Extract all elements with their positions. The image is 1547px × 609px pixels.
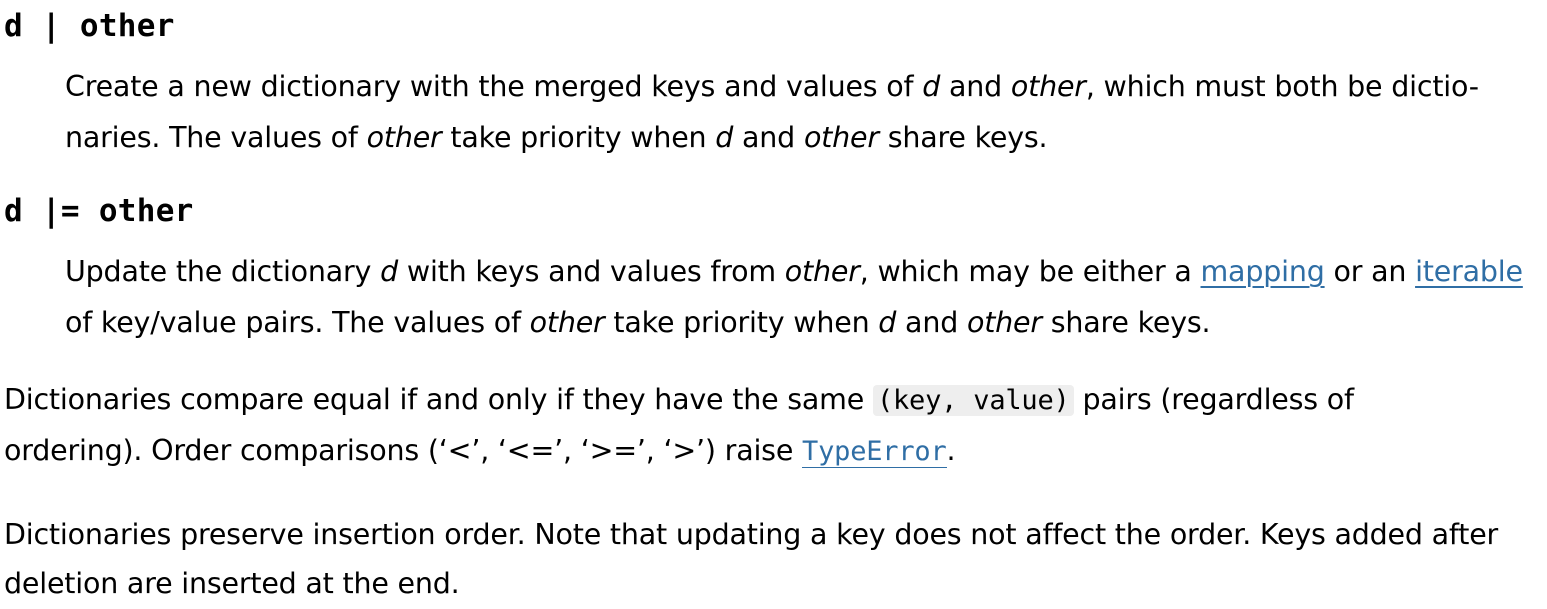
method-signature-merge: d | other: [4, 8, 175, 44]
key-value-code: (key, value): [872, 385, 1074, 416]
param-d: d: [380, 255, 398, 288]
typeerror-link[interactable]: TypeError: [802, 436, 947, 468]
param-d: d: [878, 306, 897, 339]
param-d: d: [715, 121, 734, 154]
param-other: other: [784, 255, 860, 288]
param-other: other: [803, 121, 879, 154]
param-d: d: [922, 70, 941, 103]
param-other: other: [1010, 70, 1086, 103]
update-description-line-2: of key/value pairs. The values of other …: [65, 306, 1211, 339]
param-other: other: [529, 306, 605, 339]
mapping-link[interactable]: mapping: [1201, 255, 1325, 288]
param-other: other: [366, 121, 442, 154]
param-other: other: [966, 306, 1042, 339]
iterable-link[interactable]: iterable: [1415, 255, 1523, 288]
merge-description-line-2: naries. The values of other take priorit…: [65, 121, 1048, 154]
compare-paragraph-line-2: ordering). Order comparisons (‘<’, ‘<=’,…: [4, 434, 956, 468]
order-paragraph-line-1: Dictionaries preserve insertion order. N…: [4, 518, 1499, 551]
merge-description-line-1: Create a new dictionary with the merged …: [65, 70, 1479, 103]
order-paragraph-line-2: deletion are inserted at the end.: [4, 567, 460, 600]
method-signature-update: d |= other: [4, 193, 194, 229]
compare-paragraph-line-1: Dictionaries compare equal if and only i…: [4, 383, 1354, 416]
update-description-line-1: Update the dictionary d with keys and va…: [65, 255, 1523, 288]
